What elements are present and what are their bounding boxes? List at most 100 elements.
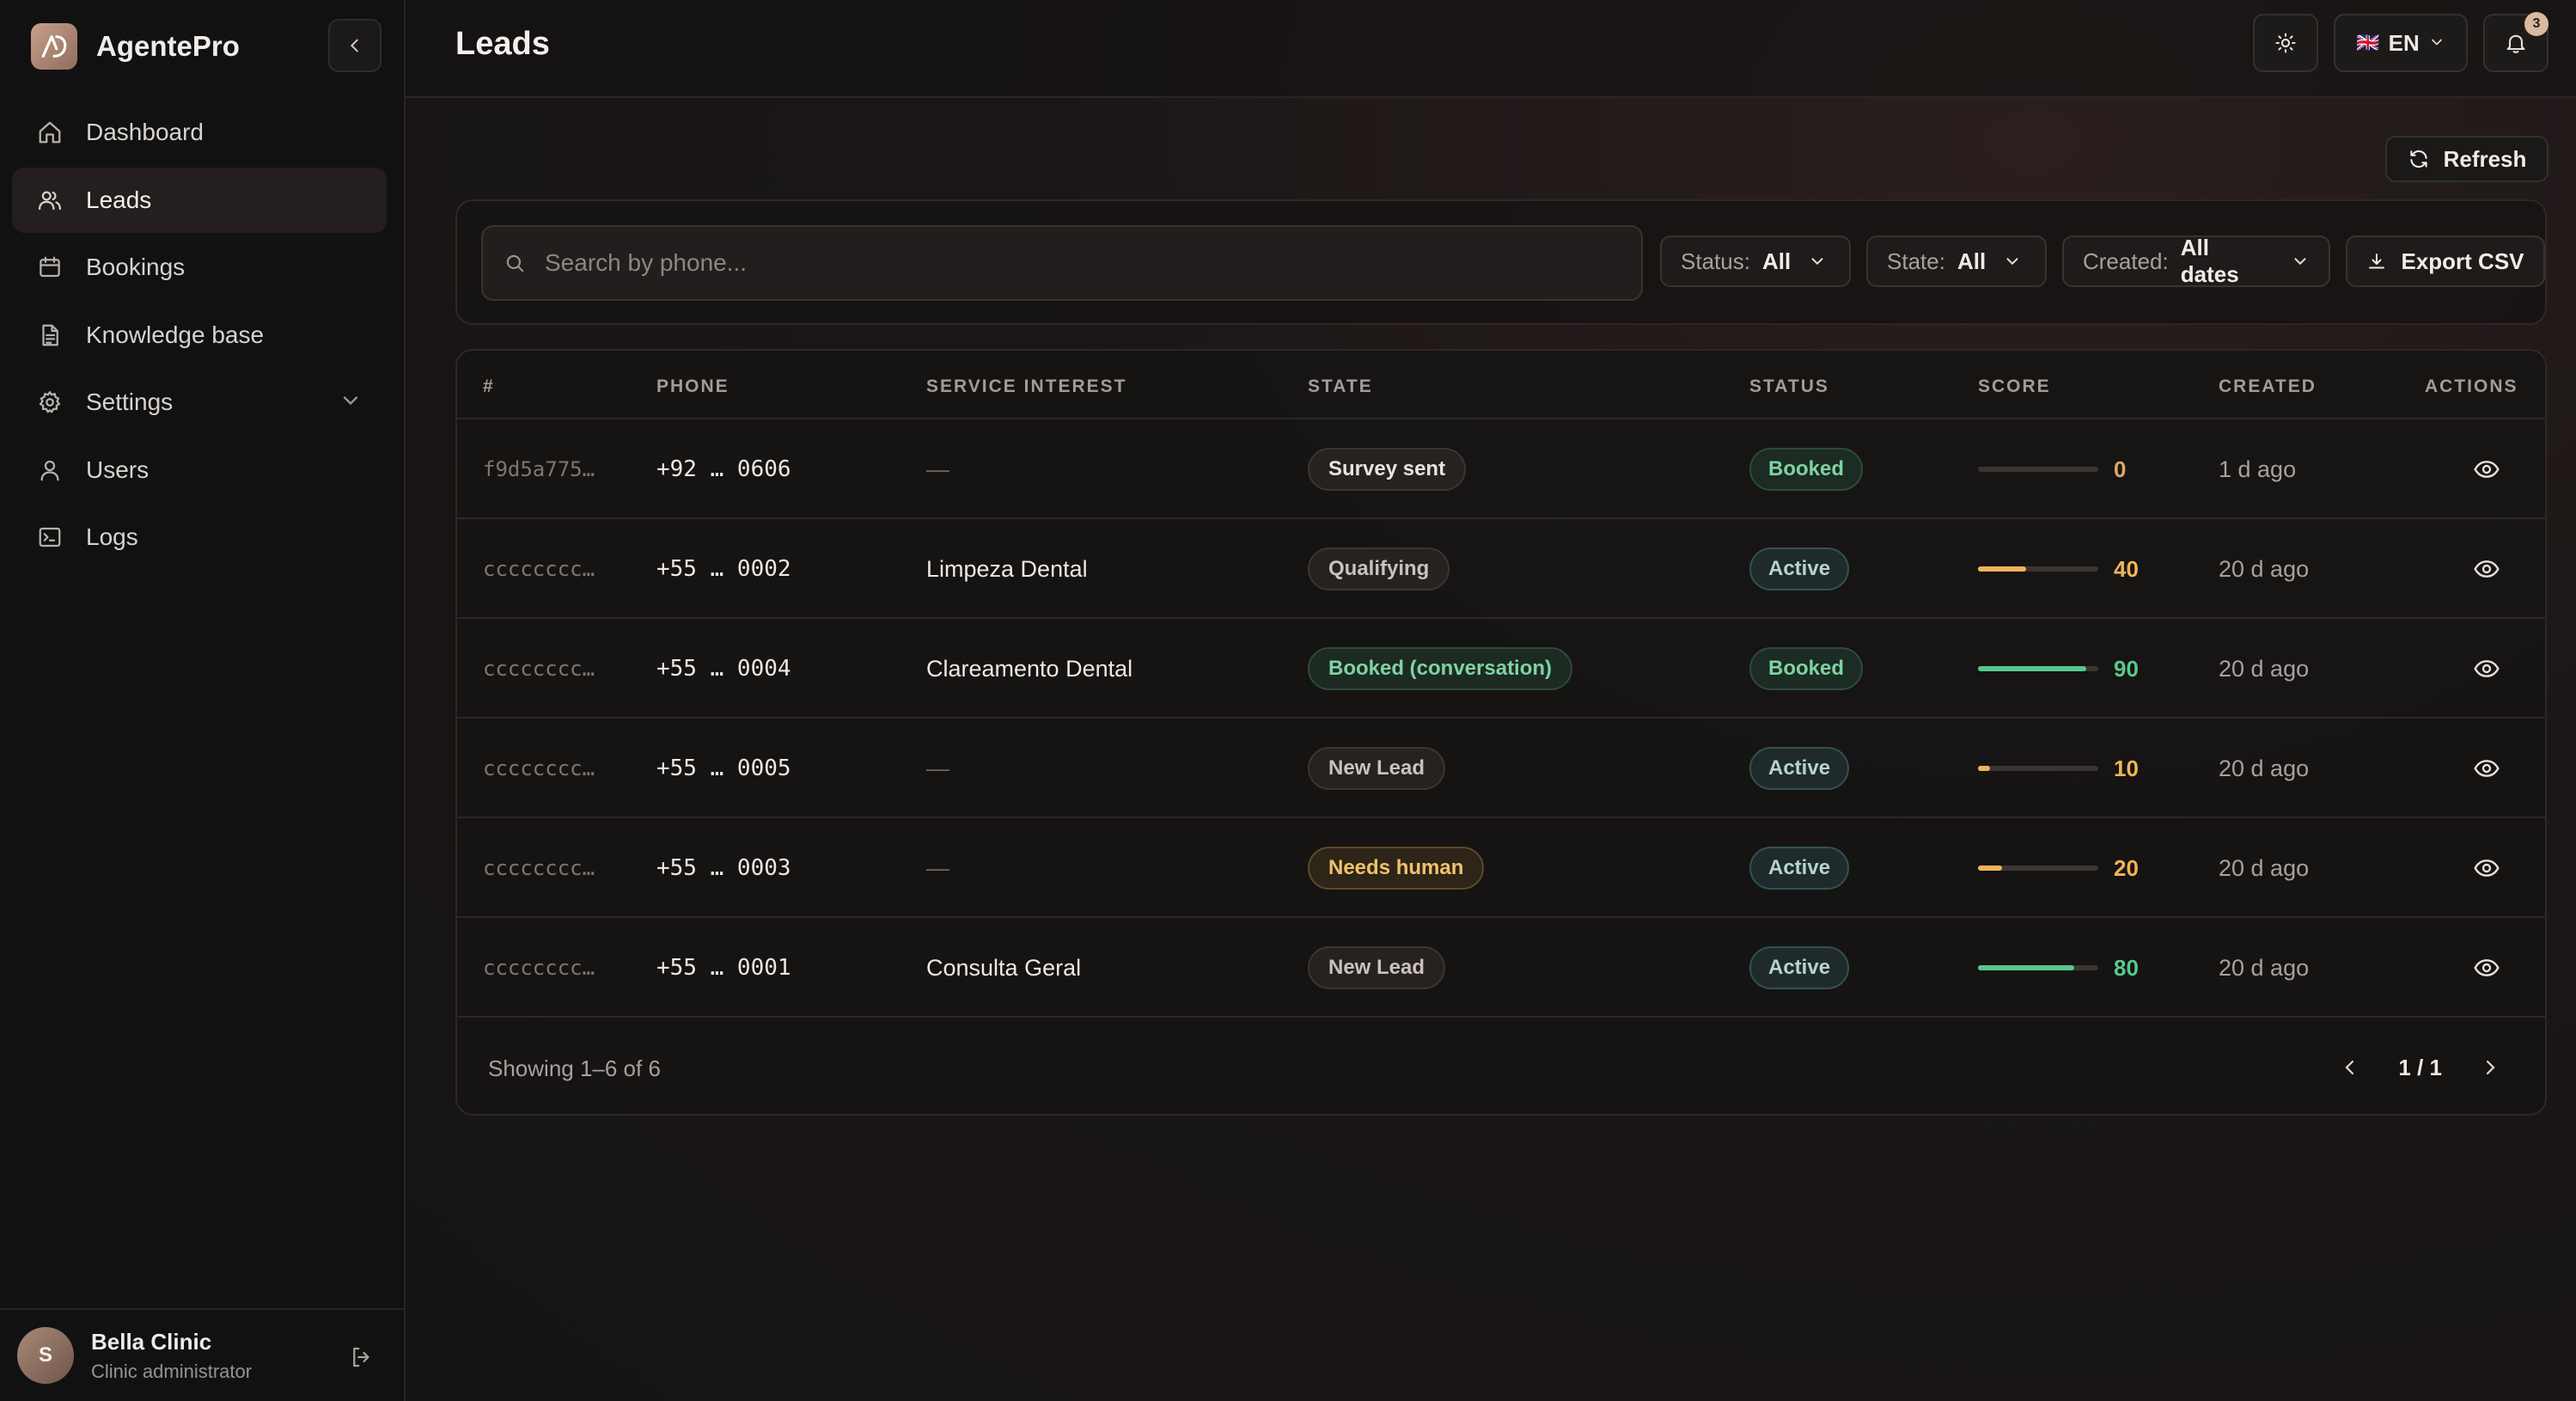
state-badge: New Lead xyxy=(1308,747,1446,790)
refresh-button[interactable]: Refresh xyxy=(2385,136,2549,182)
table-row[interactable]: cccccccc… +55 … 0002 Limpeza Dental Qual… xyxy=(457,519,2545,619)
column-header-status: STATUS xyxy=(1749,376,1829,396)
calendar-icon xyxy=(34,252,65,283)
score-bar xyxy=(1978,965,2098,970)
notifications-button[interactable]: 3 xyxy=(2483,12,2549,72)
view-lead-button[interactable] xyxy=(2473,818,2500,918)
export-label: Export CSV xyxy=(2401,248,2524,274)
column-header-score: SCORE xyxy=(1978,376,2051,396)
next-page-button[interactable] xyxy=(2473,1050,2507,1085)
lead-id: f9d5a775… xyxy=(483,457,595,481)
topbar: Leads 🇬🇧 EN 3 xyxy=(406,0,2576,98)
sidebar-item-users[interactable]: Users xyxy=(12,437,387,503)
lead-phone: +55 … 0001 xyxy=(656,955,791,981)
filter-key: Created: xyxy=(2083,248,2169,274)
state-filter[interactable]: State: All xyxy=(1866,236,2047,287)
refresh-icon xyxy=(2408,148,2430,170)
chevron-down-icon xyxy=(339,388,363,419)
export-csv-button[interactable]: Export CSV xyxy=(2346,236,2545,287)
score: 90 xyxy=(1978,619,2139,719)
table-row[interactable]: cccccccc… +55 … 0005 — New Lead Active 1… xyxy=(457,719,2545,818)
status-badge: Active xyxy=(1749,946,1850,989)
search-box[interactable] xyxy=(481,225,1643,301)
page-title: Leads xyxy=(455,26,550,62)
lead-service: Limpeza Dental xyxy=(926,555,1088,582)
score-bar-fill xyxy=(1978,666,2086,671)
sidebar-item-label: Users xyxy=(86,456,150,483)
filter-value: All dates xyxy=(2180,235,2239,287)
sidebar-item-leads[interactable]: Leads xyxy=(12,167,387,233)
user-icon xyxy=(34,455,65,486)
sidebar-item-logs[interactable]: Logs xyxy=(12,505,387,570)
lead-created: 20 d ago xyxy=(2219,655,2310,682)
brand[interactable]: AgentePro xyxy=(31,22,240,70)
score-bar xyxy=(1978,866,2098,871)
status-badge: Active xyxy=(1749,747,1850,790)
score: 40 xyxy=(1978,519,2139,619)
pagination: 1 / 1 xyxy=(2333,1045,2507,1090)
score-bar-fill xyxy=(1978,965,2074,970)
created-filter[interactable]: Created: All dates xyxy=(2062,235,2330,287)
language-select[interactable]: 🇬🇧 EN xyxy=(2334,14,2468,72)
app-root: AgentePro Dashboard Leads Bookings Knowl… xyxy=(0,0,2576,1401)
leads-table: # PHONE SERVICE INTEREST STATE STATUS SC… xyxy=(455,349,2547,1116)
lead-id: cccccccc… xyxy=(483,657,595,681)
logout-icon[interactable] xyxy=(349,1344,375,1374)
lead-phone: +55 … 0003 xyxy=(656,855,791,881)
view-lead-button[interactable] xyxy=(2473,918,2500,1018)
score-value: 40 xyxy=(2114,555,2139,582)
lead-created: 1 d ago xyxy=(2219,456,2297,482)
view-lead-button[interactable] xyxy=(2473,619,2500,719)
lead-id: cccccccc… xyxy=(483,557,595,581)
table-header: # PHONE SERVICE INTEREST STATE STATUS SC… xyxy=(457,351,2545,419)
sidebar-item-label: Dashboard xyxy=(86,119,204,145)
state-badge: Qualifying xyxy=(1308,548,1450,590)
lead-created: 20 d ago xyxy=(2219,555,2310,582)
theme-toggle-button[interactable] xyxy=(2253,14,2318,72)
view-lead-button[interactable] xyxy=(2473,519,2500,619)
document-icon xyxy=(34,320,65,351)
sidebar-item-settings[interactable]: Settings xyxy=(12,370,387,435)
table-row[interactable]: f9d5a775… +92 … 0606 — Survey sent Booke… xyxy=(457,419,2545,519)
page-indicator: 1 / 1 xyxy=(2398,1054,2442,1080)
lead-id: cccccccc… xyxy=(483,956,595,980)
state-badge: Needs human xyxy=(1308,847,1485,890)
score-bar xyxy=(1978,766,2098,771)
eye-icon xyxy=(2474,959,2500,976)
lead-service: Consulta Geral xyxy=(926,954,1082,981)
brand-name: AgentePro xyxy=(96,30,240,62)
score-bar xyxy=(1978,467,2098,472)
eye-icon xyxy=(2474,461,2500,478)
score: 0 xyxy=(1978,419,2126,519)
table-row[interactable]: cccccccc… +55 … 0004 Clareamento Dental … xyxy=(457,619,2545,719)
prev-page-button[interactable] xyxy=(2333,1050,2367,1085)
user-role: Clinic administrator xyxy=(91,1360,253,1382)
view-lead-button[interactable] xyxy=(2473,419,2500,519)
gear-icon xyxy=(34,387,65,418)
score: 10 xyxy=(1978,719,2139,818)
chevron-right-icon xyxy=(2486,1060,2495,1075)
table-footer: Showing 1–6 of 6 1 / 1 xyxy=(457,1019,2545,1114)
score: 80 xyxy=(1978,918,2139,1018)
filter-value: All xyxy=(1956,248,1987,274)
search-input[interactable] xyxy=(545,249,1641,277)
lead-service: — xyxy=(926,755,949,781)
sidebar: AgentePro Dashboard Leads Bookings Knowl… xyxy=(0,0,406,1401)
lead-created: 20 d ago xyxy=(2219,755,2310,781)
state-badge: Booked (conversation) xyxy=(1308,647,1573,690)
column-header-id: # xyxy=(483,376,495,396)
state-badge: Survey sent xyxy=(1308,448,1467,491)
view-lead-button[interactable] xyxy=(2473,719,2500,818)
language-code: EN xyxy=(2388,29,2420,56)
status-filter[interactable]: Status: All xyxy=(1660,236,1851,287)
notification-badge: 3 xyxy=(2524,12,2549,36)
collapse-sidebar-button[interactable] xyxy=(328,19,382,72)
lead-service: — xyxy=(926,456,949,482)
sidebar-item-knowledge-base[interactable]: Knowledge base xyxy=(12,303,387,368)
table-row[interactable]: cccccccc… +55 … 0003 — Needs human Activ… xyxy=(457,818,2545,918)
table-row[interactable]: cccccccc… +55 … 0001 Consulta Geral New … xyxy=(457,918,2545,1018)
avatar[interactable]: S xyxy=(17,1327,74,1384)
sidebar-item-dashboard[interactable]: Dashboard xyxy=(12,100,387,165)
sidebar-item-label: Logs xyxy=(86,523,138,550)
sidebar-item-bookings[interactable]: Bookings xyxy=(12,235,387,300)
